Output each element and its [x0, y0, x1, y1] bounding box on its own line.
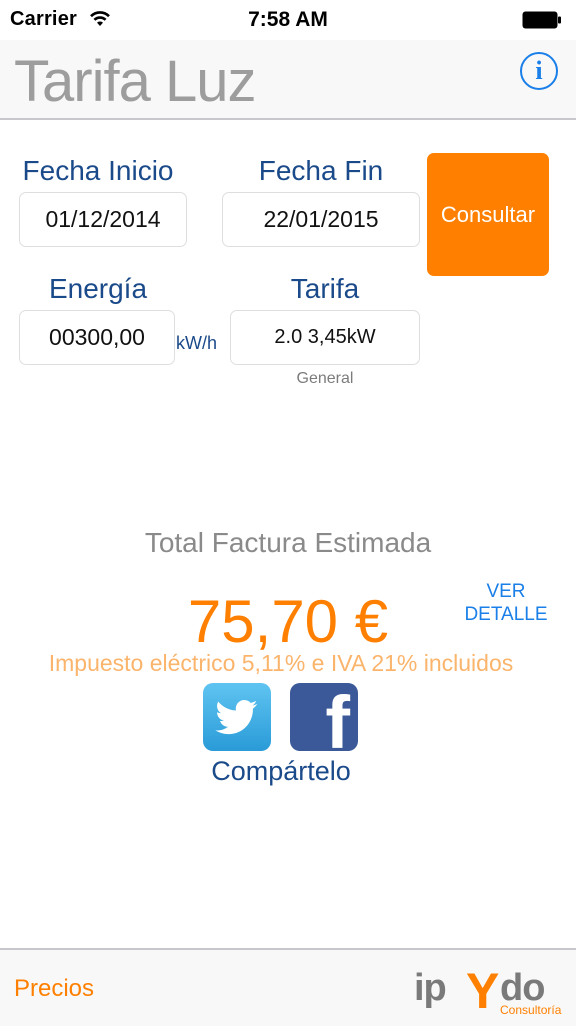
energia-unit: kW/h: [176, 333, 218, 353]
total-amount: 75,70 €: [187, 588, 389, 655]
ipydo-logo: ip Y do Consultoría: [414, 966, 562, 1016]
consultar-button[interactable]: Consultar: [427, 153, 549, 276]
fecha-inicio-label: Fecha Inicio: [22, 155, 174, 186]
fecha-fin-label: Fecha Fin: [258, 155, 384, 186]
tarifa-selector[interactable]: 2.0 3,45kW: [230, 310, 420, 365]
taxes-note: Impuesto eléctrico 5,11% e IVA 21% inclu…: [48, 650, 514, 676]
precios-tab[interactable]: Precios: [14, 975, 94, 1003]
twitter-share-button[interactable]: [203, 683, 271, 751]
status-time: 7:58 AM: [248, 8, 328, 31]
tarifa-subtitle: General: [296, 370, 354, 387]
status-bar: Carrier 7:58 AM: [0, 0, 576, 40]
total-label: Total Factura Estimada: [144, 527, 432, 558]
fecha-fin-field[interactable]: 22/01/2015: [222, 192, 420, 247]
energia-label: Energía: [48, 273, 148, 304]
battery-icon: [522, 11, 561, 29]
page-title: Tarifa Luz: [14, 49, 256, 114]
facebook-share-button[interactable]: f: [290, 683, 358, 751]
fecha-inicio-field[interactable]: 01/12/2014: [19, 192, 187, 247]
svg-text:Y: Y: [466, 966, 499, 1016]
tarifa-label: Tarifa: [290, 273, 360, 304]
share-label: Compártelo: [211, 756, 351, 786]
svg-text:Consultoría: Consultoría: [500, 1003, 562, 1016]
svg-text:ip: ip: [414, 967, 446, 1009]
info-icon[interactable]: i: [520, 52, 558, 90]
facebook-icon: f: [325, 683, 350, 751]
navigation-bar: Tarifa Luz i: [0, 40, 576, 120]
twitter-icon: [215, 700, 258, 735]
energia-field[interactable]: 00300,00: [19, 310, 175, 365]
